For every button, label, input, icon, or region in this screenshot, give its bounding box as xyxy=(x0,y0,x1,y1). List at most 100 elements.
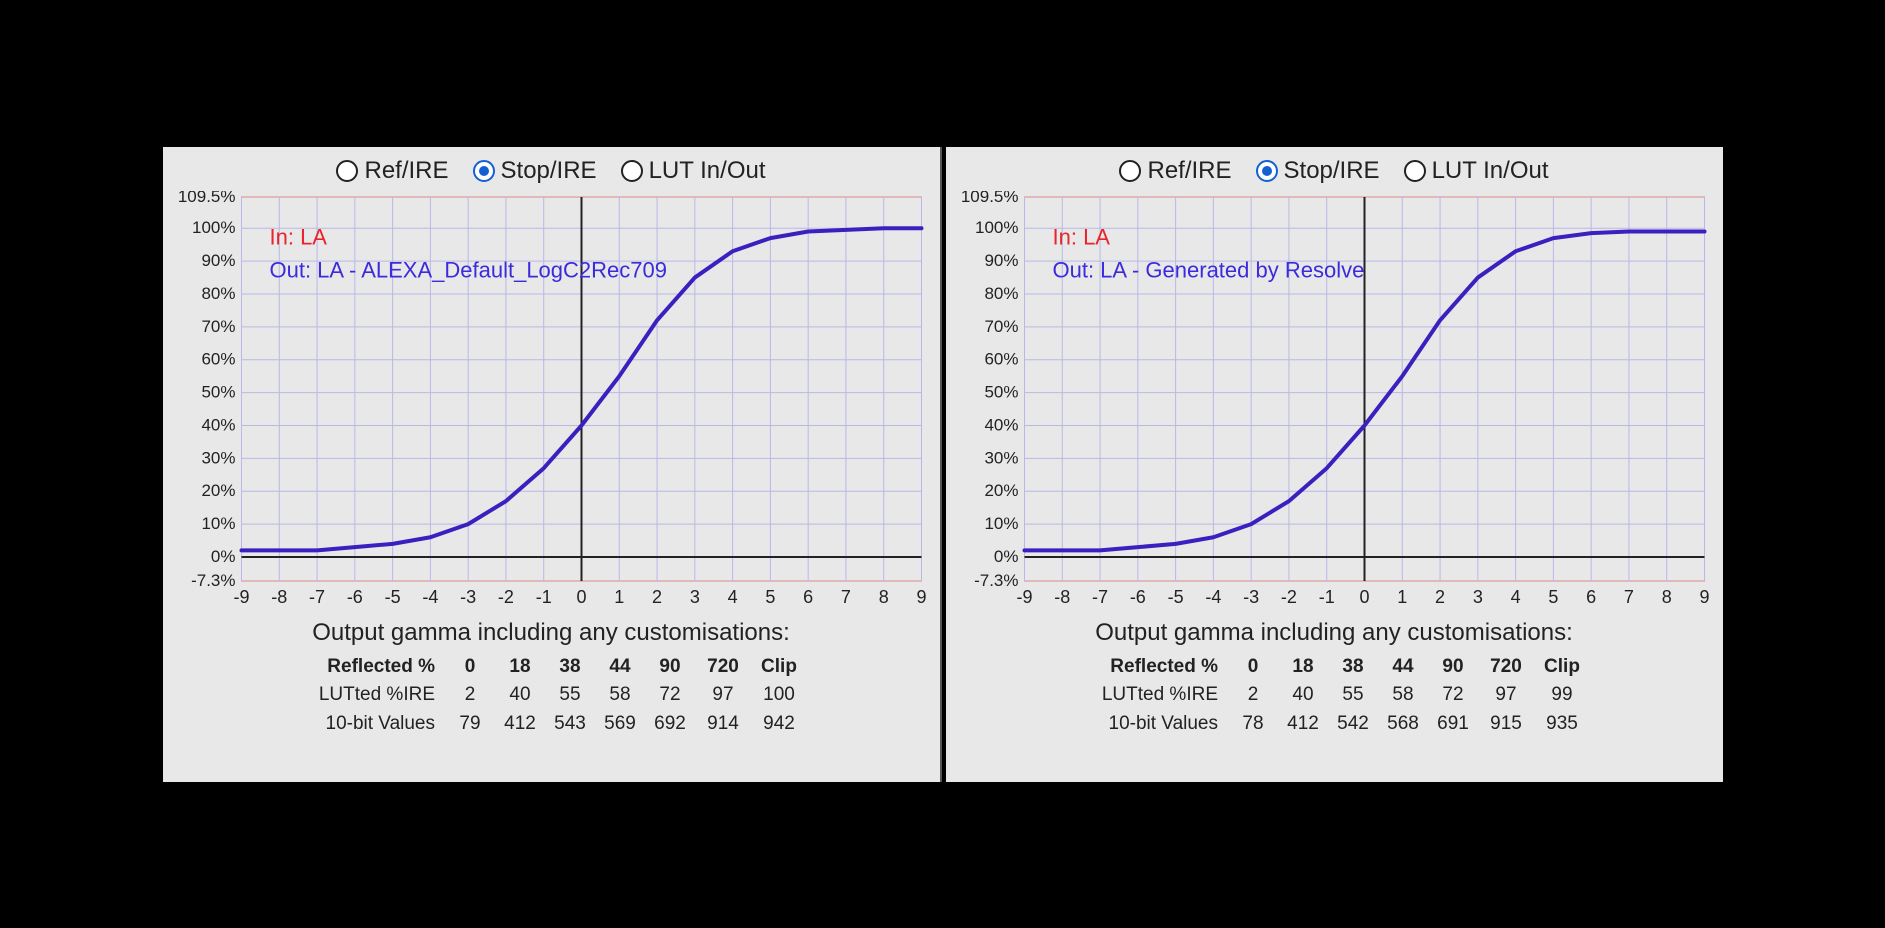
svg-text:50%: 50% xyxy=(984,382,1018,401)
svg-text:1: 1 xyxy=(1397,587,1407,607)
svg-text:8: 8 xyxy=(1661,587,1671,607)
cell: 915 xyxy=(1478,710,1534,739)
header-cell: 90 xyxy=(1428,653,1478,682)
svg-text:4: 4 xyxy=(727,587,737,607)
bottom-block-right: Output gamma including any customisation… xyxy=(946,619,1723,739)
cell: 99 xyxy=(1534,681,1590,710)
svg-text:1: 1 xyxy=(614,587,624,607)
svg-text:0%: 0% xyxy=(210,547,235,566)
svg-text:20%: 20% xyxy=(984,481,1018,500)
data-table-right: Reflected % 0 18 38 44 90 720 Clip LUTte… xyxy=(1078,653,1590,739)
svg-text:-7: -7 xyxy=(309,587,325,607)
svg-text:0: 0 xyxy=(1359,587,1369,607)
chart-svg-right: -9-8-7-6-5-4-3-2-10123456789109.5%100%90… xyxy=(954,191,1715,611)
radio-lut-inout[interactable]: LUT In/Out xyxy=(1404,157,1549,185)
svg-text:9: 9 xyxy=(1699,587,1709,607)
radio-label: Ref/IRE xyxy=(364,157,448,185)
svg-text:60%: 60% xyxy=(984,349,1018,368)
svg-text:30%: 30% xyxy=(984,448,1018,467)
svg-text:6: 6 xyxy=(1586,587,1596,607)
svg-text:-1: -1 xyxy=(1318,587,1334,607)
cell: 412 xyxy=(1278,710,1328,739)
header-cell: 0 xyxy=(1228,653,1278,682)
row-label-lutted: LUTted %IRE xyxy=(295,681,445,710)
svg-text:90%: 90% xyxy=(201,251,235,270)
row-label-tenbit: 10-bit Values xyxy=(295,710,445,739)
radio-stop-ire[interactable]: Stop/IRE xyxy=(473,157,597,185)
header-cell: 18 xyxy=(495,653,545,682)
radio-ref-ire[interactable]: Ref/IRE xyxy=(1119,157,1231,185)
cell: 55 xyxy=(545,681,595,710)
radio-label: Stop/IRE xyxy=(501,157,597,185)
bottom-block-left: Output gamma including any customisation… xyxy=(163,619,940,739)
cell: 2 xyxy=(1228,681,1278,710)
svg-text:70%: 70% xyxy=(201,316,235,335)
svg-text:0: 0 xyxy=(576,587,586,607)
cell: 935 xyxy=(1534,710,1590,739)
cell: 412 xyxy=(495,710,545,739)
svg-text:-3: -3 xyxy=(460,587,476,607)
header-cell: 0 xyxy=(445,653,495,682)
chart-left: -9-8-7-6-5-4-3-2-10123456789109.5%100%90… xyxy=(171,191,932,611)
header-cell: 44 xyxy=(595,653,645,682)
header-cell: 44 xyxy=(1378,653,1428,682)
svg-text:-1: -1 xyxy=(535,587,551,607)
cell: 2 xyxy=(445,681,495,710)
radio-icon xyxy=(336,160,358,182)
svg-text:90%: 90% xyxy=(984,251,1018,270)
svg-text:4: 4 xyxy=(1510,587,1520,607)
radio-label: LUT In/Out xyxy=(649,157,766,185)
svg-text:5: 5 xyxy=(1548,587,1558,607)
radio-lut-inout[interactable]: LUT In/Out xyxy=(621,157,766,185)
bottom-title: Output gamma including any customisation… xyxy=(163,619,940,647)
header-cell: Clip xyxy=(751,653,807,682)
svg-text:3: 3 xyxy=(689,587,699,607)
cell: 542 xyxy=(1328,710,1378,739)
radio-ref-ire[interactable]: Ref/IRE xyxy=(336,157,448,185)
svg-text:2: 2 xyxy=(652,587,662,607)
svg-text:7: 7 xyxy=(840,587,850,607)
header-cell: Clip xyxy=(1534,653,1590,682)
header-cell: 38 xyxy=(545,653,595,682)
cell: 942 xyxy=(751,710,807,739)
svg-text:-2: -2 xyxy=(497,587,513,607)
row-label-lutted: LUTted %IRE xyxy=(1078,681,1228,710)
cell: 97 xyxy=(1478,681,1534,710)
svg-text:-4: -4 xyxy=(1205,587,1221,607)
svg-text:3: 3 xyxy=(1472,587,1482,607)
svg-text:100%: 100% xyxy=(192,218,235,237)
header-cell: 720 xyxy=(695,653,751,682)
svg-text:-7.3%: -7.3% xyxy=(191,571,235,590)
svg-text:-4: -4 xyxy=(422,587,438,607)
radio-icon xyxy=(1404,160,1426,182)
cell: 568 xyxy=(1378,710,1428,739)
svg-text:-3: -3 xyxy=(1243,587,1259,607)
svg-text:-5: -5 xyxy=(1167,587,1183,607)
bottom-title: Output gamma including any customisation… xyxy=(946,619,1723,647)
radio-row-left: Ref/IRE Stop/IRE LUT In/Out xyxy=(163,147,940,191)
svg-text:-8: -8 xyxy=(1054,587,1070,607)
cell: 543 xyxy=(545,710,595,739)
svg-text:0%: 0% xyxy=(993,547,1018,566)
svg-text:-6: -6 xyxy=(1129,587,1145,607)
radio-stop-ire[interactable]: Stop/IRE xyxy=(1256,157,1380,185)
svg-text:-7.3%: -7.3% xyxy=(974,571,1018,590)
cell: 55 xyxy=(1328,681,1378,710)
data-table-left: Reflected % 0 18 38 44 90 720 Clip LUTte… xyxy=(295,653,807,739)
cell: 97 xyxy=(695,681,751,710)
radio-icon xyxy=(1119,160,1141,182)
svg-text:30%: 30% xyxy=(201,448,235,467)
svg-text:Out: LA - Generated by Resolve: Out: LA - Generated by Resolve xyxy=(1052,257,1364,282)
svg-text:80%: 80% xyxy=(201,283,235,302)
svg-text:6: 6 xyxy=(803,587,813,607)
row-label-reflected: Reflected % xyxy=(295,653,445,682)
svg-text:80%: 80% xyxy=(984,283,1018,302)
cell: 691 xyxy=(1428,710,1478,739)
svg-text:10%: 10% xyxy=(201,514,235,533)
radio-label: Ref/IRE xyxy=(1147,157,1231,185)
chart-svg-left: -9-8-7-6-5-4-3-2-10123456789109.5%100%90… xyxy=(171,191,932,611)
radio-label: Stop/IRE xyxy=(1284,157,1380,185)
svg-text:100%: 100% xyxy=(975,218,1018,237)
cell: 72 xyxy=(645,681,695,710)
radio-row-right: Ref/IRE Stop/IRE LUT In/Out xyxy=(946,147,1723,191)
